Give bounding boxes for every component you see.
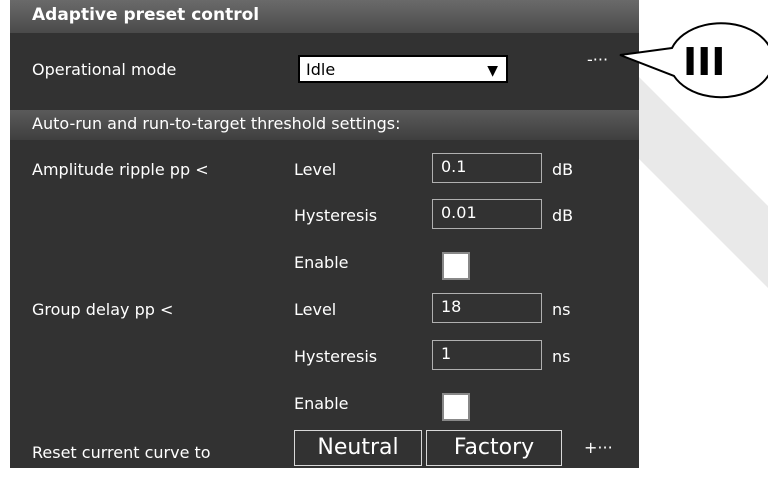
callout-bubble — [619, 22, 768, 99]
callout-label: III — [683, 40, 726, 84]
